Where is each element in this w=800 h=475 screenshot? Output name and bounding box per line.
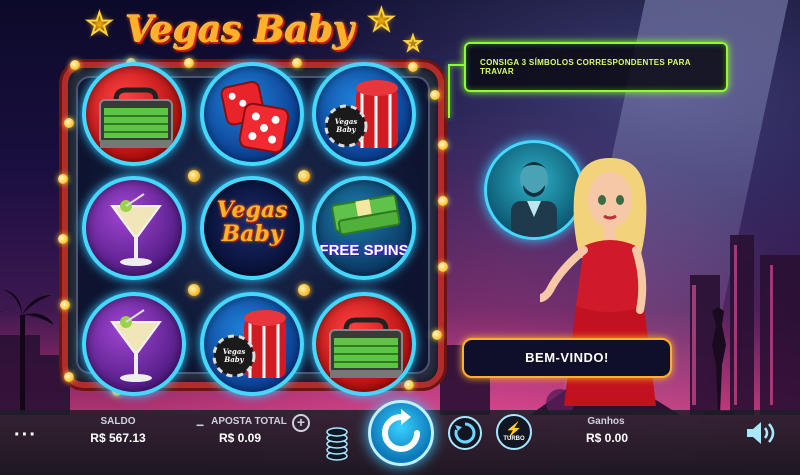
balance-label: SALDO xyxy=(100,416,136,427)
chip-label: Vegas Baby xyxy=(334,117,358,134)
bulb xyxy=(438,140,448,150)
turbo-button[interactable]: ⚡ TURBO xyxy=(496,414,532,450)
bulb xyxy=(58,234,68,244)
refresh-icon xyxy=(382,409,420,452)
bulb xyxy=(430,90,440,100)
symbol-martini xyxy=(82,176,186,280)
message-connector xyxy=(448,66,450,118)
total-bet-label: APOSTA TOTAL xyxy=(211,416,287,427)
symbol-money-briefcase xyxy=(82,62,186,166)
spin-button[interactable] xyxy=(368,400,434,466)
symbol-dice xyxy=(200,62,304,166)
message-connector xyxy=(448,64,464,66)
symbol-poker-chips: Vegas Baby xyxy=(200,292,304,396)
welcome-banner: BEM-VINDO! xyxy=(462,338,672,378)
game-logo: Vegas Baby xyxy=(125,9,355,51)
bulb xyxy=(184,58,194,68)
total-bet-value: R$ 0.09 xyxy=(218,431,262,445)
increase-bet-button[interactable]: + xyxy=(292,414,310,432)
lightning-icon: ⚡ xyxy=(505,421,523,437)
coin-stack-icon[interactable] xyxy=(325,422,349,462)
symbol-logo-text: Vegas Baby xyxy=(216,197,288,247)
symbol-free-spins: FREE SPINS xyxy=(312,176,416,280)
free-spins-text: FREE SPINS xyxy=(319,242,409,259)
star-icon: ★ xyxy=(367,4,396,37)
reel-connector xyxy=(188,170,200,182)
decrease-bet-button[interactable]: − xyxy=(196,417,204,433)
bulb xyxy=(438,262,448,272)
bulb xyxy=(64,372,74,382)
symbol-martini xyxy=(82,292,186,396)
menu-button[interactable]: ··· xyxy=(14,424,37,447)
bulb xyxy=(60,300,70,310)
bulb xyxy=(70,60,80,70)
reel-connector xyxy=(188,284,200,296)
symbol-vegas-baby-logo: Vegas Baby xyxy=(200,176,304,280)
bulb xyxy=(432,330,442,340)
autoplay-icon xyxy=(454,422,476,444)
balance-value: R$ 567.13 xyxy=(90,431,146,445)
sound-icon[interactable] xyxy=(745,420,775,446)
bulb xyxy=(438,196,448,206)
reel-connector xyxy=(298,170,310,182)
hint-message: CONSIGA 3 SÍMBOLOS CORRESPONDENTES PARA … xyxy=(464,42,728,92)
reel-connector xyxy=(298,284,310,296)
star-icon: ★ xyxy=(85,8,114,41)
turbo-label: TURBO xyxy=(503,436,525,442)
bulb xyxy=(64,118,74,128)
symbol-money-briefcase xyxy=(312,292,416,396)
winnings-label: Ganhos xyxy=(587,416,625,427)
bulb xyxy=(58,174,68,184)
star-icon: ★ xyxy=(403,33,423,55)
winnings-value: R$ 0.00 xyxy=(585,431,629,445)
autoplay-button[interactable] xyxy=(448,416,482,450)
chip-label: Vegas Baby xyxy=(222,347,246,364)
symbol-poker-chips: Vegas Baby xyxy=(312,62,416,166)
